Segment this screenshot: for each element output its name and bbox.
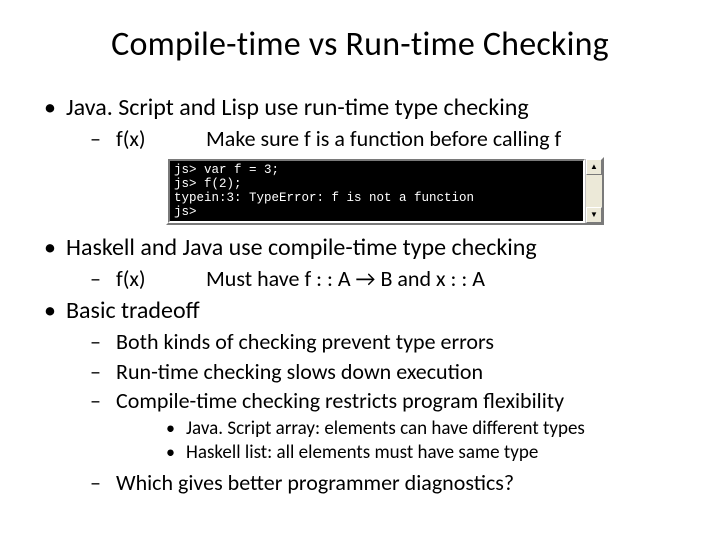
bullet-3-s3-text: Compile-time checking restricts program … (116, 387, 564, 414)
terminal-body: js> var f = 3; js> f(2); typein:3: TypeE… (168, 159, 585, 223)
scroll-down-icon[interactable]: ▼ (586, 207, 602, 223)
bullet-2-sub: f(x) Must have f : : A → B and x : : A (66, 265, 680, 293)
bullet-1-fx: f(x) (116, 125, 206, 153)
bullet-1-sub: f(x) Make sure f is a function before ca… (66, 125, 680, 153)
term-line-1: js> var f = 3; (174, 163, 279, 177)
bullet-3-s1: Both kinds of checking prevent type erro… (66, 328, 680, 356)
terminal-screenshot: js> var f = 3; js> f(2); typein:3: TypeE… (166, 157, 604, 225)
bullet-3-s4: Which gives better programmer diagnostic… (66, 469, 680, 497)
slide: Compile-time vs Run-time Checking Java. … (0, 0, 720, 540)
bullet-3-ss2: Haskell list: all elements must have sam… (116, 441, 680, 465)
bullet-2-fx: f(x) (116, 265, 206, 293)
bullet-2-desc: Must have f : : A → B and x : : A (206, 265, 485, 293)
bullet-1-desc: Make sure f is a function before calling… (206, 125, 561, 153)
bullet-1: Java. Script and Lisp use run-time type … (40, 93, 680, 225)
bullet-2-text: Haskell and Java use compile-time type c… (66, 233, 537, 262)
term-line-3: typein:3: TypeError: f is not a function (174, 191, 474, 205)
term-line-2: js> f(2); (174, 177, 242, 191)
bullet-3-ss1: Java. Script array: elements can have di… (116, 417, 680, 441)
bullet-3: Basic tradeoff Both kinds of checking pr… (40, 296, 680, 497)
scroll-track[interactable] (586, 175, 602, 207)
bullet-3-text: Basic tradeoff (66, 296, 200, 325)
scroll-up-icon[interactable]: ▲ (586, 159, 602, 175)
slide-title: Compile-time vs Run-time Checking (40, 24, 680, 65)
scrollbar: ▲ ▼ (585, 159, 602, 223)
term-line-4: js> (174, 205, 197, 219)
bullet-2: Haskell and Java use compile-time type c… (40, 233, 680, 293)
bullet-3-s3: Compile-time checking restricts program … (66, 387, 680, 465)
bullet-1-text: Java. Script and Lisp use run-time type … (66, 93, 529, 122)
bullet-list: Java. Script and Lisp use run-time type … (40, 93, 680, 497)
bullet-3-s2: Run-time checking slows down execution (66, 358, 680, 386)
